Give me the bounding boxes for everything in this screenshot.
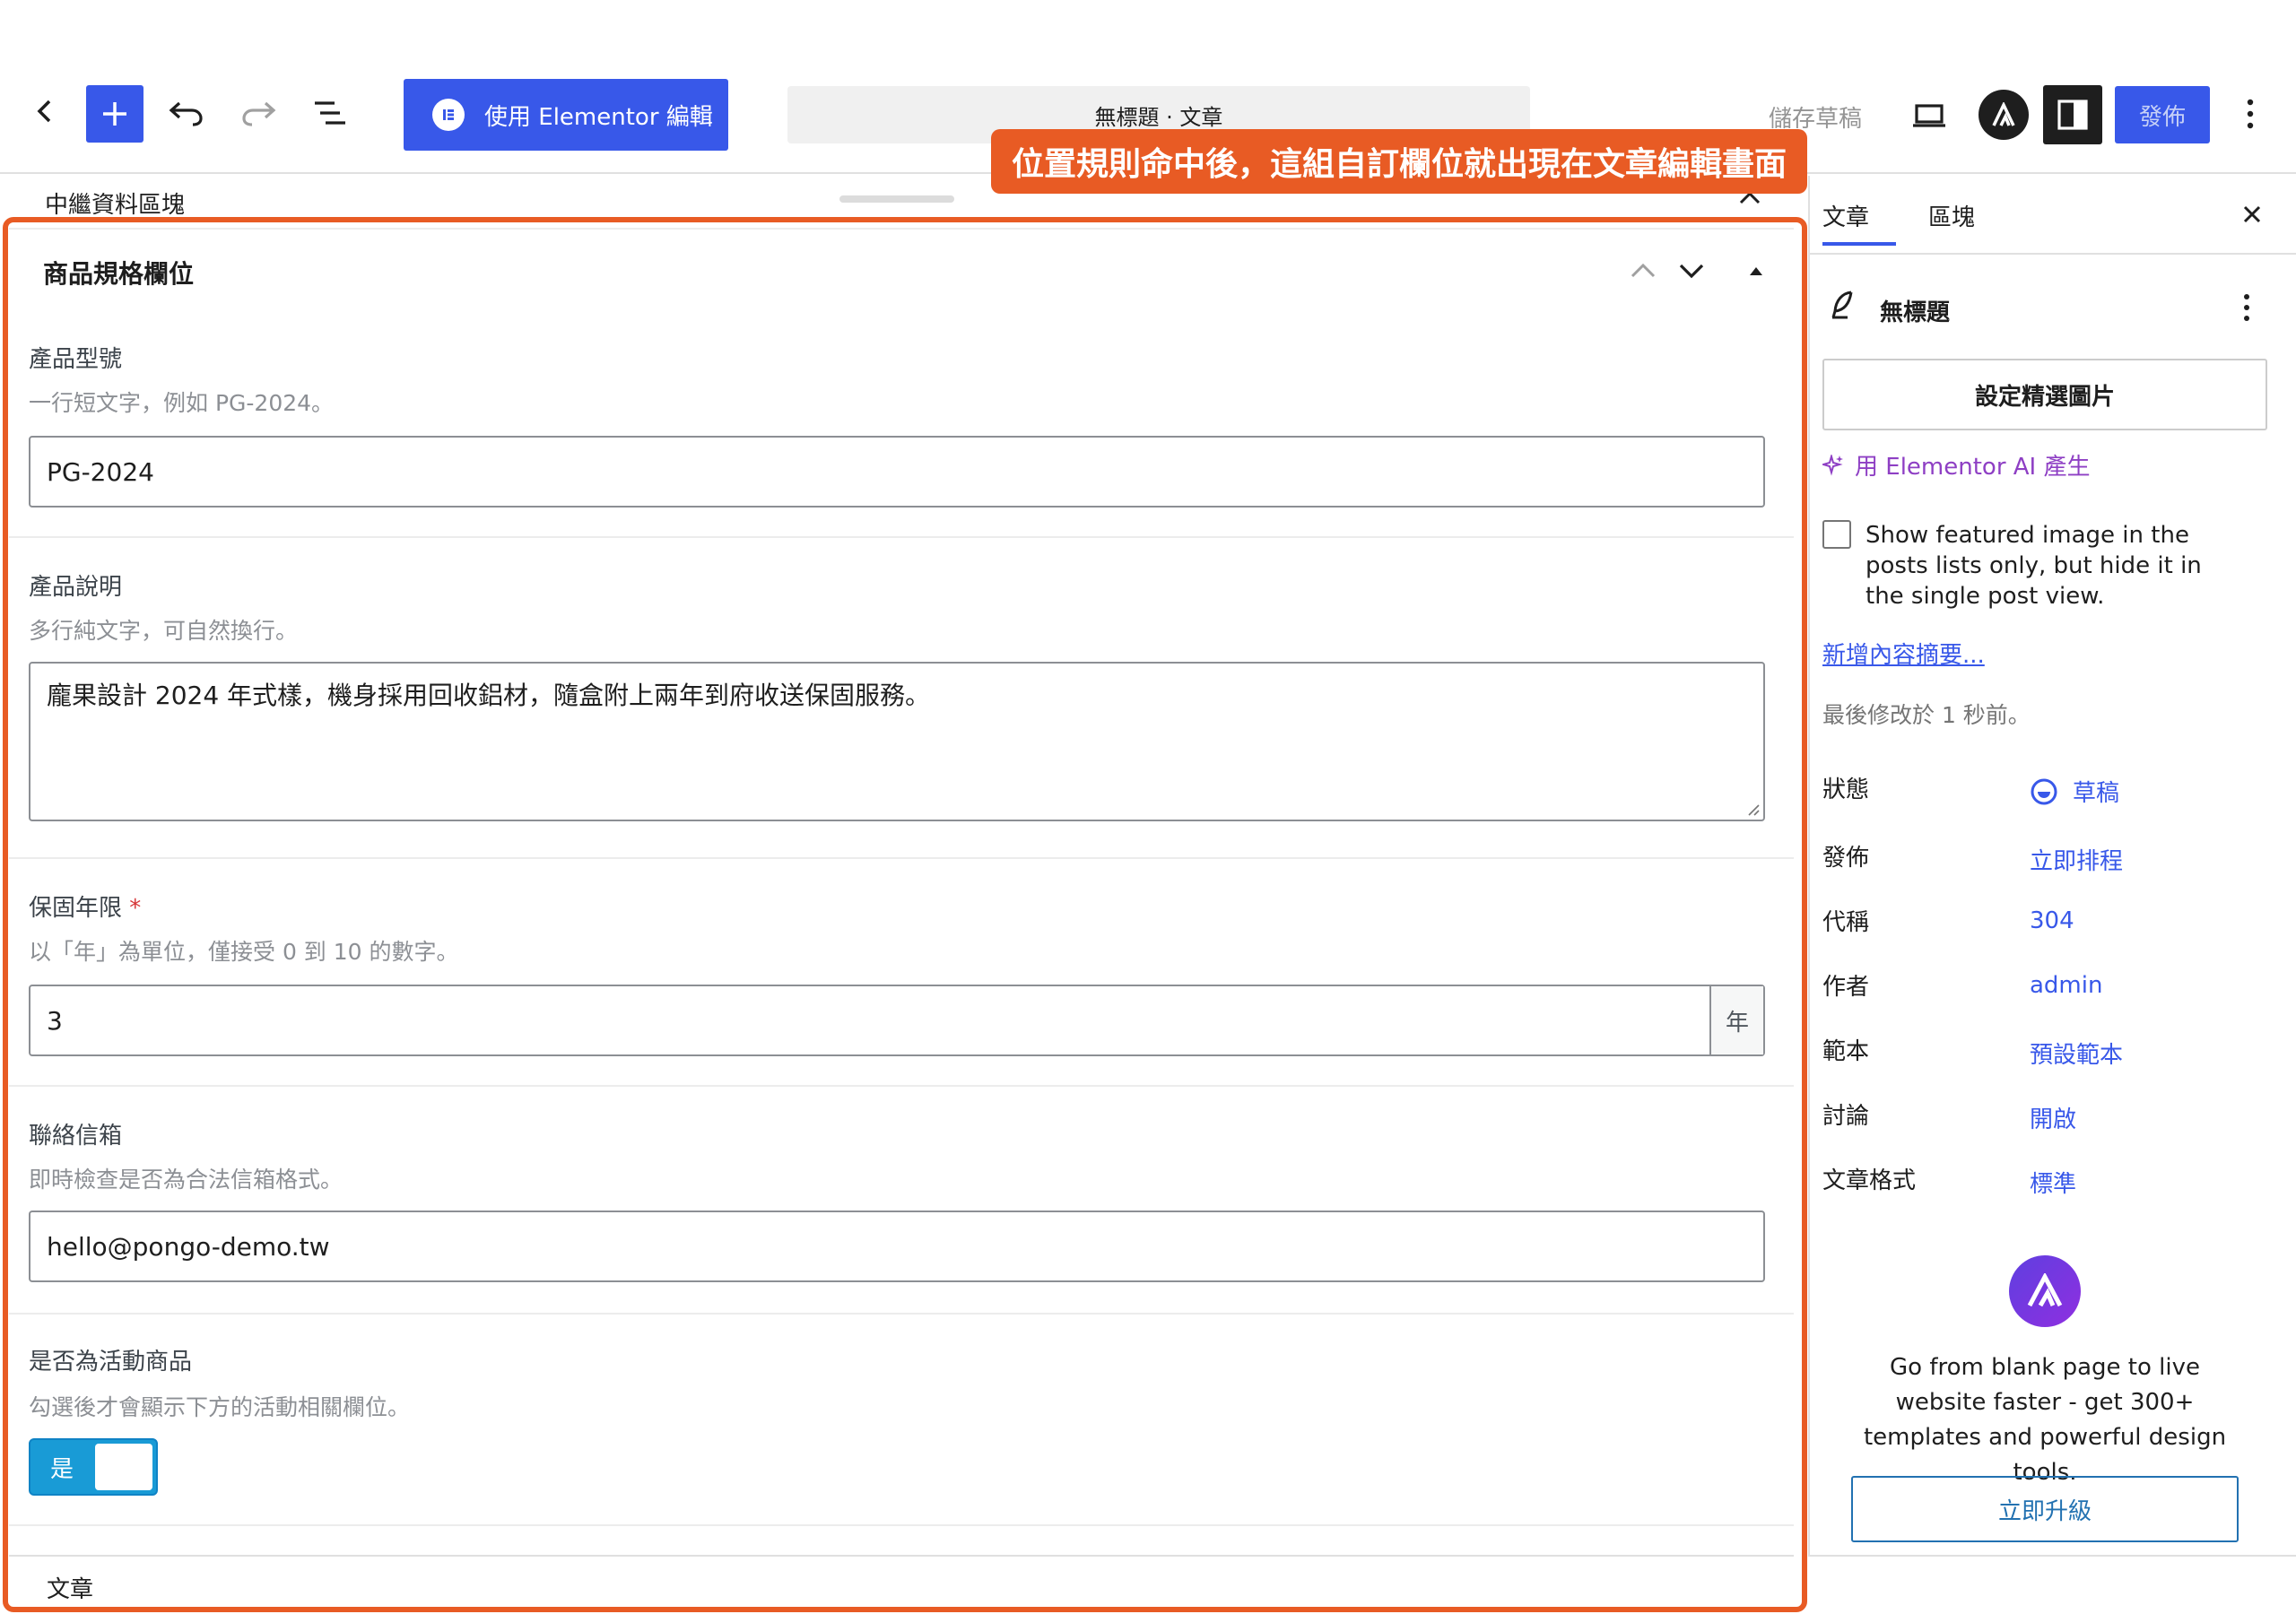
tab-post[interactable]: 文章 <box>1822 199 1869 232</box>
post-actions-more-icon[interactable] <box>2233 289 2260 326</box>
active-tab-indicator <box>1822 242 1896 246</box>
last-modified-text: 最後修改於 1 秒前。 <box>1822 702 2031 728</box>
row-label-format: 文章格式 <box>1822 1167 1917 1194</box>
close-sidebar-icon[interactable] <box>2237 199 2267 230</box>
author-link[interactable]: admin <box>2030 972 2102 999</box>
edit-with-elementor-button[interactable]: 使用 Elementor 編輯 <box>404 79 728 151</box>
resize-handle[interactable] <box>839 195 954 203</box>
status-value-label: 草稿 <box>2073 780 2120 807</box>
upgrade-button[interactable]: 立即升級 <box>1851 1476 2239 1542</box>
row-label-discussion: 討論 <box>1822 1103 1870 1130</box>
featured-image-visibility-label: Show featured image in the posts lists o… <box>1866 522 2202 610</box>
row-label-status: 狀態 <box>1822 777 1870 803</box>
undo-icon[interactable] <box>167 93 206 133</box>
add-excerpt-link[interactable]: 新增內容摘要... <box>1822 637 1985 670</box>
meta-boxes-label: 中繼資料區塊 <box>45 192 186 219</box>
elementor-logo-icon <box>432 99 465 131</box>
sidebar-tabs-divider <box>1808 253 2296 255</box>
promo-text: Go from blank page to live website faste… <box>1863 1354 2227 1486</box>
more-options-icon[interactable] <box>2237 93 2264 134</box>
elementor-ai-link-label: 用 Elementor AI 產生 <box>1855 454 2091 481</box>
discussion-link[interactable]: 開啟 <box>2030 1101 2076 1134</box>
row-label-template: 範本 <box>1822 1038 1870 1065</box>
highlight-outline <box>3 217 1807 1612</box>
template-link[interactable]: 預設範本 <box>2030 1037 2123 1070</box>
settings-sidebar-toggle-icon[interactable] <box>2043 85 2102 144</box>
featured-image-visibility-checkbox[interactable] <box>1822 520 1851 549</box>
publish-schedule-link[interactable]: 立即排程 <box>2030 843 2123 876</box>
sidebar-bottom-divider <box>1808 1555 2296 1557</box>
post-feather-icon <box>1824 287 1860 323</box>
annotation-callout: 位置規則命中後，這組自訂欄位就出現在文章編輯畫面 <box>991 129 1807 194</box>
tab-block[interactable]: 區塊 <box>1928 199 1975 232</box>
redo-icon[interactable] <box>239 93 278 133</box>
sparkle-icon <box>1822 454 1843 476</box>
row-label-slug: 代稱 <box>1822 909 1870 936</box>
status-value[interactable]: 草稿 <box>2030 775 2119 808</box>
sidebar-post-title: 無標題 <box>1880 299 1951 326</box>
elementor-button-label: 使用 Elementor 編輯 <box>484 103 713 131</box>
row-label-publish: 發佈 <box>1822 845 1870 872</box>
publish-button[interactable]: 發佈 <box>2115 86 2210 143</box>
add-block-button[interactable] <box>86 85 144 143</box>
post-format-link[interactable]: 標準 <box>2030 1166 2076 1199</box>
preview-desktop-icon[interactable] <box>1907 93 1952 138</box>
slug-link[interactable]: 304 <box>2030 907 2074 934</box>
document-overview-icon[interactable] <box>310 93 350 133</box>
astra-settings-icon[interactable] <box>1979 90 2029 140</box>
astra-logo-icon <box>2009 1255 2081 1327</box>
elementor-ai-link[interactable]: 用 Elementor AI 產生 <box>1822 448 2091 482</box>
row-label-author: 作者 <box>1822 974 1870 1001</box>
back-chevron-icon[interactable] <box>27 93 63 129</box>
draft-status-icon <box>2031 778 2057 804</box>
set-featured-image-button[interactable]: 設定精選圖片 <box>1822 359 2267 430</box>
